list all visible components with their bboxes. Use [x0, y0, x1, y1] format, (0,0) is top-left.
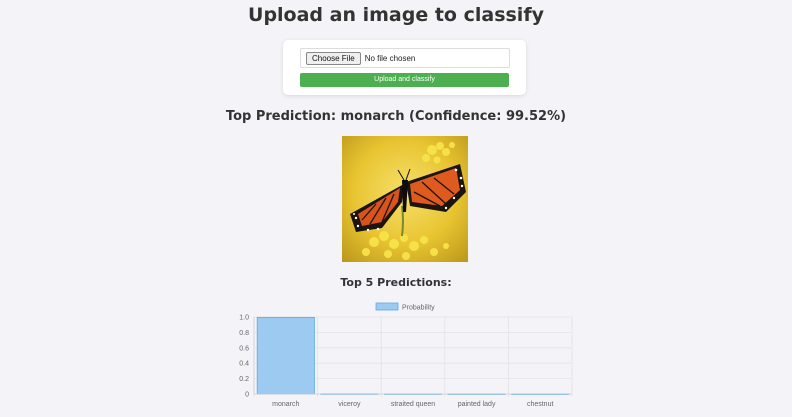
- upload-card: Choose File No file chosen Upload and cl…: [283, 40, 526, 95]
- x-tick-label: monarch: [272, 401, 299, 408]
- legend-swatch: [375, 302, 399, 311]
- y-tick-label: 0.6: [239, 345, 249, 352]
- x-tick-label: painted lady: [458, 401, 496, 408]
- upload-classify-button[interactable]: Upload and classify: [300, 73, 509, 87]
- butterfly-image: [342, 136, 468, 262]
- x-tick-label: straited queen: [391, 401, 435, 408]
- y-tick-label: 1.0: [239, 315, 249, 322]
- legend-label: Probability: [402, 305, 435, 312]
- page-title: Upload an image to classify: [248, 4, 544, 26]
- y-tick-label: 0.8: [239, 330, 249, 337]
- bar-monarch: [256, 316, 315, 395]
- file-status-text: No file chosen: [364, 53, 416, 63]
- file-input[interactable]: Choose File No file chosen: [300, 48, 510, 68]
- y-tick-label: 0.4: [239, 361, 249, 368]
- y-tick-label: 0: [245, 392, 249, 399]
- predictions-bar-chart: Probability 0 0.2 0.4 0.6 0.8 1.0 monarch vicero…: [239, 302, 573, 408]
- y-tick-label: 0.2: [239, 376, 249, 383]
- uploaded-image: [342, 136, 468, 262]
- top5-heading: Top 5 Predictions:: [340, 276, 452, 289]
- choose-file-button[interactable]: Choose File: [306, 51, 361, 65]
- x-tick-label: viceroy: [338, 401, 361, 408]
- x-tick-label: chestnut: [527, 401, 554, 408]
- top-prediction-heading: Top Prediction: monarch (Confidence: 99.…: [225, 109, 567, 124]
